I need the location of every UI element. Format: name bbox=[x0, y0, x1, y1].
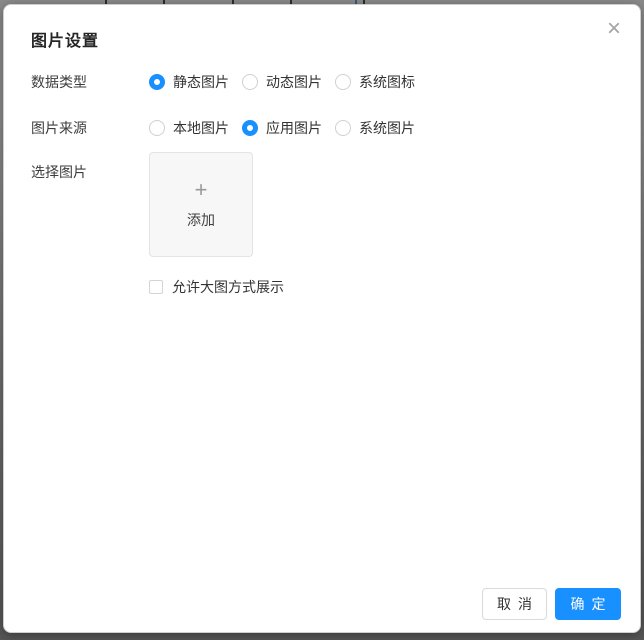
select-image-row: 选择图片 + 添加 bbox=[31, 152, 253, 257]
radio-option-label: 动态图片 bbox=[266, 72, 322, 92]
radio-option-label: 静态图片 bbox=[173, 72, 229, 92]
select-image-label: 选择图片 bbox=[31, 152, 149, 182]
checkbox-label: 允许大图方式展示 bbox=[172, 277, 284, 297]
radio-option-label: 本地图片 bbox=[173, 118, 229, 138]
checkbox-icon bbox=[149, 280, 163, 294]
radio-option-label: 系统图标 bbox=[359, 72, 415, 92]
image-source-label: 图片来源 bbox=[31, 118, 149, 138]
radio-option-label: 系统图片 bbox=[359, 118, 415, 138]
radio-option-static-image[interactable]: 静态图片 bbox=[149, 72, 229, 92]
data-type-row: 数据类型 静态图片 动态图片 系统图标 bbox=[31, 74, 428, 90]
add-image-button[interactable]: + 添加 bbox=[149, 152, 253, 257]
add-button-label: 添加 bbox=[187, 210, 215, 230]
dialog-title: 图片设置 bbox=[31, 27, 99, 51]
radio-icon bbox=[242, 74, 258, 90]
confirm-button[interactable]: 确定 bbox=[555, 588, 621, 620]
data-type-radio-group: 静态图片 动态图片 系统图标 bbox=[149, 72, 428, 92]
image-source-row: 图片来源 本地图片 应用图片 系统图片 bbox=[31, 120, 428, 136]
radio-option-app-image[interactable]: 应用图片 bbox=[242, 118, 322, 138]
cancel-button-label: 取消 bbox=[497, 594, 539, 614]
image-source-radio-group: 本地图片 应用图片 系统图片 bbox=[149, 118, 428, 138]
radio-icon bbox=[242, 120, 258, 136]
radio-icon bbox=[335, 74, 351, 90]
plus-icon: + bbox=[195, 179, 208, 201]
close-icon[interactable]: × bbox=[600, 15, 628, 43]
confirm-button-label: 确定 bbox=[571, 594, 613, 614]
radio-icon bbox=[149, 120, 165, 136]
radio-option-local-image[interactable]: 本地图片 bbox=[149, 118, 229, 138]
radio-icon bbox=[335, 120, 351, 136]
radio-option-label: 应用图片 bbox=[266, 118, 322, 138]
data-type-label: 数据类型 bbox=[31, 72, 149, 92]
radio-option-dynamic-image[interactable]: 动态图片 bbox=[242, 72, 322, 92]
radio-option-system-image[interactable]: 系统图片 bbox=[335, 118, 415, 138]
radio-icon bbox=[149, 74, 165, 90]
radio-option-system-icon[interactable]: 系统图标 bbox=[335, 72, 415, 92]
image-settings-dialog: 图片设置 × 数据类型 静态图片 动态图片 系统图标 图片来源 本地图片 bbox=[3, 4, 641, 633]
large-image-checkbox[interactable]: 允许大图方式展示 bbox=[149, 277, 284, 297]
cancel-button[interactable]: 取消 bbox=[482, 588, 547, 620]
